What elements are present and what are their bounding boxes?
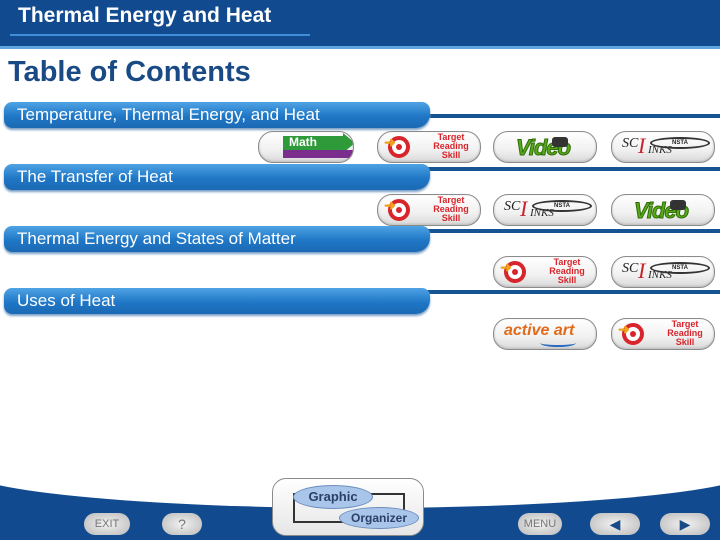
section-label: The Transfer of Heat (17, 167, 173, 186)
section-label: Thermal Energy and States of Matter (17, 229, 296, 248)
header-bar: Thermal Energy and Heat (0, 0, 720, 49)
section-temperature-thermal-energy-heat[interactable]: Temperature, Thermal Energy, and Heat (4, 102, 430, 128)
previous-arrow-icon[interactable]: ◀ (590, 513, 640, 535)
exit-button[interactable]: EXIT (84, 513, 130, 535)
section-uses-of-heat[interactable]: Uses of Heat (4, 288, 430, 314)
video-button[interactable]: Video (493, 131, 597, 163)
math-bar-icon (283, 150, 353, 158)
section-divider (420, 290, 720, 294)
organizer-label: Organizer (339, 507, 419, 529)
graphic-organizer-button[interactable]: Graphic Organizer (272, 478, 424, 536)
swoosh-icon (540, 339, 576, 347)
active-art-button[interactable]: active art (493, 318, 597, 350)
menu-button[interactable]: MENU (518, 513, 562, 535)
target-reading-skill-label: Target Reading Skill (433, 195, 469, 223)
target-reading-skill-button[interactable]: ➜ Target Reading Skill (611, 318, 715, 350)
page-title: Table of Contents (8, 56, 251, 88)
scilinks-button[interactable]: SC I INKS NSTA (611, 256, 715, 288)
help-button[interactable]: ? (162, 513, 202, 535)
arrow-icon: ➜ (384, 197, 396, 213)
next-arrow-icon[interactable]: ▶ (660, 513, 710, 535)
section-label: Temperature, Thermal Energy, and Heat (17, 105, 320, 124)
scilinks-sc: SC (622, 261, 639, 276)
arrow-icon: ➜ (384, 134, 396, 150)
target-reading-skill-button[interactable]: ➜ Target Reading Skill (377, 131, 481, 163)
scilinks-l: I (638, 258, 646, 283)
math-button[interactable]: Math (258, 131, 354, 163)
section-divider (420, 229, 720, 233)
nsta-logo-icon: NSTA (650, 262, 710, 274)
target-reading-skill-button[interactable]: ➜ Target Reading Skill (377, 194, 481, 226)
app-title: Thermal Energy and Heat (18, 4, 272, 27)
section-transfer-of-heat[interactable]: The Transfer of Heat (4, 164, 430, 190)
active-art-label: active art (504, 322, 575, 339)
scilinks-sc: SC (504, 199, 521, 214)
section-label: Uses of Heat (17, 291, 116, 310)
target-reading-skill-label: Target Reading Skill (549, 257, 585, 285)
target-reading-skill-button[interactable]: ➜ Target Reading Skill (493, 256, 597, 288)
graphic-label: Graphic (293, 485, 373, 509)
target-reading-skill-label: Target Reading Skill (667, 319, 703, 347)
section-thermal-energy-states-of-matter[interactable]: Thermal Energy and States of Matter (4, 226, 430, 252)
math-label: Math (289, 135, 317, 149)
nsta-logo-icon: NSTA (650, 137, 710, 149)
scilinks-button[interactable]: SC I INKS NSTA (493, 194, 597, 226)
scilinks-l: I (520, 196, 528, 221)
scilinks-sc: SC (622, 136, 639, 151)
video-button[interactable]: Video (611, 194, 715, 226)
title-underline (10, 34, 310, 36)
nsta-logo-icon: NSTA (532, 200, 592, 212)
arrow-icon: ➜ (618, 321, 630, 337)
camera-icon (670, 200, 686, 210)
target-reading-skill-label: Target Reading Skill (433, 132, 469, 160)
section-divider (420, 167, 720, 171)
arrow-icon: ➜ (500, 259, 512, 275)
scilinks-button[interactable]: SC I INKS NSTA (611, 131, 715, 163)
scilinks-l: I (638, 133, 646, 158)
camera-icon (552, 137, 568, 147)
section-divider (420, 114, 720, 118)
